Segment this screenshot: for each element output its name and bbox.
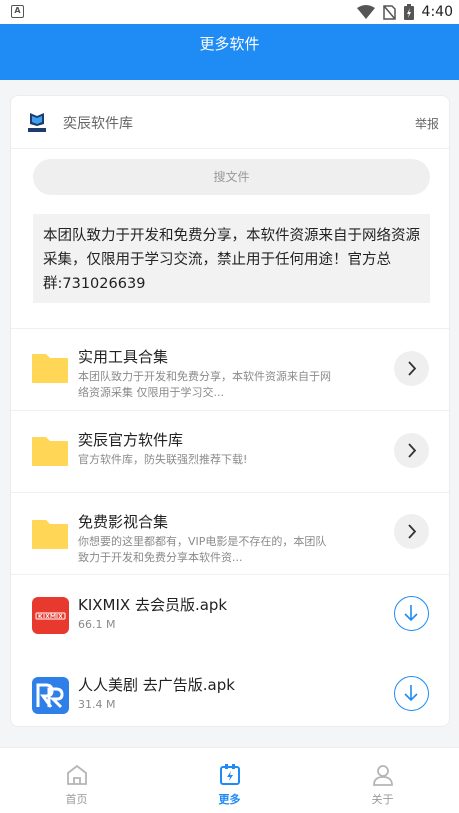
- item-title: KIXMIX 去会员版.apk: [78, 596, 228, 614]
- folder-icon: [32, 354, 68, 383]
- clock: 4:40: [421, 4, 453, 20]
- nav-label: 首页: [65, 793, 88, 806]
- list-item[interactable]: 实用工具合集 本团队致力于开发和免费分享，本软件资源来自于网络资源采集 仅限用于…: [11, 329, 449, 411]
- download-icon: [404, 685, 418, 702]
- open-button[interactable]: [394, 433, 429, 468]
- item-size: 31.4 M: [78, 698, 116, 711]
- bottom-nav: 首页 更多 关于: [0, 747, 459, 813]
- search-input[interactable]: 搜文件: [33, 159, 430, 195]
- kixmix-logo-icon: [35, 612, 66, 620]
- download-button[interactable]: [394, 676, 429, 711]
- wifi-icon: [356, 5, 375, 19]
- item-title: 奕辰官方软件库: [78, 431, 184, 449]
- item-desc: 官方软件库，防失联强烈推荐下载!: [78, 453, 248, 466]
- folder-icon: [32, 437, 68, 466]
- battery-charging-icon: [403, 4, 414, 20]
- item-title: 实用工具合集: [78, 348, 169, 366]
- open-button[interactable]: [394, 351, 429, 386]
- report-button[interactable]: 举报: [415, 115, 439, 132]
- list-item[interactable]: 奕辰官方软件库 官方软件库，防失联强烈推荐下载!: [11, 411, 449, 493]
- rr-logo-icon: [36, 683, 64, 709]
- app-header: 更多软件: [0, 24, 459, 80]
- folder-icon: [32, 520, 68, 549]
- download-icon: [404, 605, 418, 622]
- item-title: 免费影视合集: [78, 513, 169, 531]
- file-list: 实用工具合集 本团队致力于开发和免费分享，本软件资源来自于网络资源采集 仅限用于…: [11, 328, 449, 726]
- nav-label: 关于: [371, 793, 394, 806]
- nav-item-home[interactable]: 首页: [0, 748, 153, 813]
- more-icon: [220, 764, 240, 785]
- library-name: 奕辰软件库: [63, 116, 133, 132]
- notification-icon: A: [11, 5, 24, 18]
- item-size: 66.1 M: [78, 618, 116, 631]
- download-button[interactable]: [394, 596, 429, 631]
- chevron-right-icon: [408, 524, 417, 539]
- item-desc: 本团队致力于开发和免费分享，本软件资源来自于网络资源采集 仅限用于学习交...: [78, 370, 331, 399]
- list-item[interactable]: KIXMIX 去会员版.apk 66.1 M: [11, 575, 449, 656]
- kixmix-app-icon: [32, 597, 69, 634]
- user-icon: [373, 765, 393, 786]
- no-sim-icon: [382, 4, 396, 20]
- chevron-right-icon: [408, 361, 417, 376]
- library-logo-icon: [28, 113, 46, 132]
- home-icon: [67, 764, 87, 785]
- list-item[interactable]: 免费影视合集 你想要的这里都都有，VIP电影是不存在的，本团队致力于开发和免费分…: [11, 493, 449, 575]
- list-item[interactable]: 人人美剧 去广告版.apk 31.4 M: [11, 656, 449, 726]
- notice-text: 本团队致力于开发和免费分享，本软件资源来自于网络资源采集，仅限用于学习交流，禁止…: [33, 214, 430, 303]
- nav-label: 更多: [218, 793, 241, 806]
- status-icons: 4:40: [356, 3, 453, 21]
- status-bar: A 4:40: [0, 0, 459, 24]
- nav-item-about[interactable]: 关于: [306, 748, 459, 813]
- nav-item-more[interactable]: 更多: [153, 748, 306, 813]
- library-header: 奕辰软件库 举报: [11, 96, 449, 149]
- chevron-right-icon: [408, 443, 417, 458]
- open-button[interactable]: [394, 514, 429, 549]
- page-title: 更多软件: [199, 35, 260, 53]
- library-card: 奕辰软件库 举报 搜文件 本团队致力于开发和免费分享，本软件资源来自于网络资源采…: [10, 95, 450, 727]
- rrmj-app-icon: [32, 677, 69, 714]
- item-desc: 你想要的这里都都有，VIP电影是不存在的，本团队致力于开发和免费分享本软件资..…: [78, 535, 327, 564]
- item-title: 人人美剧 去广告版.apk: [78, 676, 235, 694]
